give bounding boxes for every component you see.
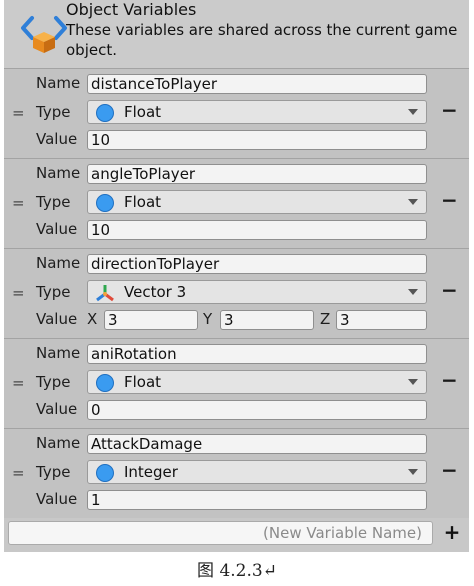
panel-footer: (New Variable Name) + [4,518,469,552]
drag-handle-icon[interactable]: = [12,104,25,122]
variable-type-dropdown[interactable]: Integer [87,460,427,484]
remove-variable-button[interactable]: − [441,458,458,482]
vector-z-input[interactable]: 3 [336,310,427,330]
variable-type-value: Float [124,193,162,211]
variable-type-dropdown[interactable]: Float [87,100,427,124]
panel-description: These variables are shared across the cu… [66,21,458,59]
variable-name-input[interactable]: directionToPlayer [87,254,427,274]
figure-caption: 图 4.2.3↵ [197,561,277,581]
variable-type-value: Vector 3 [124,283,187,301]
name-label: Name [36,74,81,92]
variable-value-input[interactable]: 10 [87,220,427,240]
drag-handle-icon[interactable]: = [12,284,25,302]
drag-handle-icon[interactable]: = [12,464,25,482]
type-label: Type [36,283,71,301]
vector3-axes-icon [96,285,114,302]
variables-logo-icon [21,16,67,53]
dropdown-arrow-icon [408,469,418,475]
add-variable-button[interactable]: + [439,521,465,545]
drag-handle-icon[interactable]: = [12,374,25,392]
z-label: Z [320,310,331,328]
remove-variable-button[interactable]: − [441,368,458,392]
variable-name-input[interactable]: aniRotation [87,344,427,364]
dropdown-arrow-icon [408,199,418,205]
variable-row: = Name AttackDamage Type Integer − Value… [4,428,469,519]
type-label: Type [36,103,71,121]
name-label: Name [36,164,81,182]
value-label: Value [36,490,78,508]
value-label: Value [36,130,78,148]
variable-row: = Name angleToPlayer Type Float − Value … [4,158,469,249]
variable-type-value: Float [124,373,162,391]
panel-title: Object Variables [66,0,197,19]
float-circle-icon [96,194,114,212]
new-variable-name-input[interactable]: (New Variable Name) [8,521,433,545]
variable-type-value: Float [124,103,162,121]
panel-header: Object Variables These variables are sha… [4,0,469,69]
name-label: Name [36,344,81,362]
y-label: Y [203,310,213,328]
vector-x-input[interactable]: 3 [104,310,198,330]
x-label: X [87,310,98,328]
name-label: Name [36,434,81,452]
variable-type-dropdown[interactable]: Vector 3 [87,280,427,304]
type-label: Type [36,193,71,211]
variable-row: = Name distanceToPlayer Type Float − Val… [4,68,469,159]
remove-variable-button[interactable]: − [441,188,458,212]
variable-type-dropdown[interactable]: Float [87,370,427,394]
variable-name-input[interactable]: AttackDamage [87,434,427,454]
dropdown-arrow-icon [408,109,418,115]
variable-type-value: Integer [124,463,178,481]
type-label: Type [36,463,71,481]
integer-circle-icon [96,464,114,482]
dropdown-arrow-icon [408,379,418,385]
variable-row: = Name aniRotation Type Float − Value 0 [4,338,469,429]
drag-handle-icon[interactable]: = [12,194,25,212]
remove-variable-button[interactable]: − [441,98,458,122]
remove-variable-button[interactable]: − [441,278,458,302]
dropdown-arrow-icon [408,289,418,295]
float-circle-icon [96,104,114,122]
float-circle-icon [96,374,114,392]
variable-name-input[interactable]: distanceToPlayer [87,74,427,94]
variable-value-input[interactable]: 0 [87,400,427,420]
value-label: Value [36,310,78,328]
variable-type-dropdown[interactable]: Float [87,190,427,214]
variable-value-input[interactable]: 10 [87,130,427,150]
variable-value-input[interactable]: 1 [87,490,427,510]
name-label: Name [36,254,81,272]
variable-name-input[interactable]: angleToPlayer [87,164,427,184]
type-label: Type [36,373,71,391]
object-variables-panel: Object Variables These variables are sha… [4,0,469,552]
variable-row: = Name directionToPlayer Type Vector 3 −… [4,248,469,339]
value-label: Value [36,220,78,238]
value-label: Value [36,400,78,418]
vector-y-input[interactable]: 3 [220,310,314,330]
